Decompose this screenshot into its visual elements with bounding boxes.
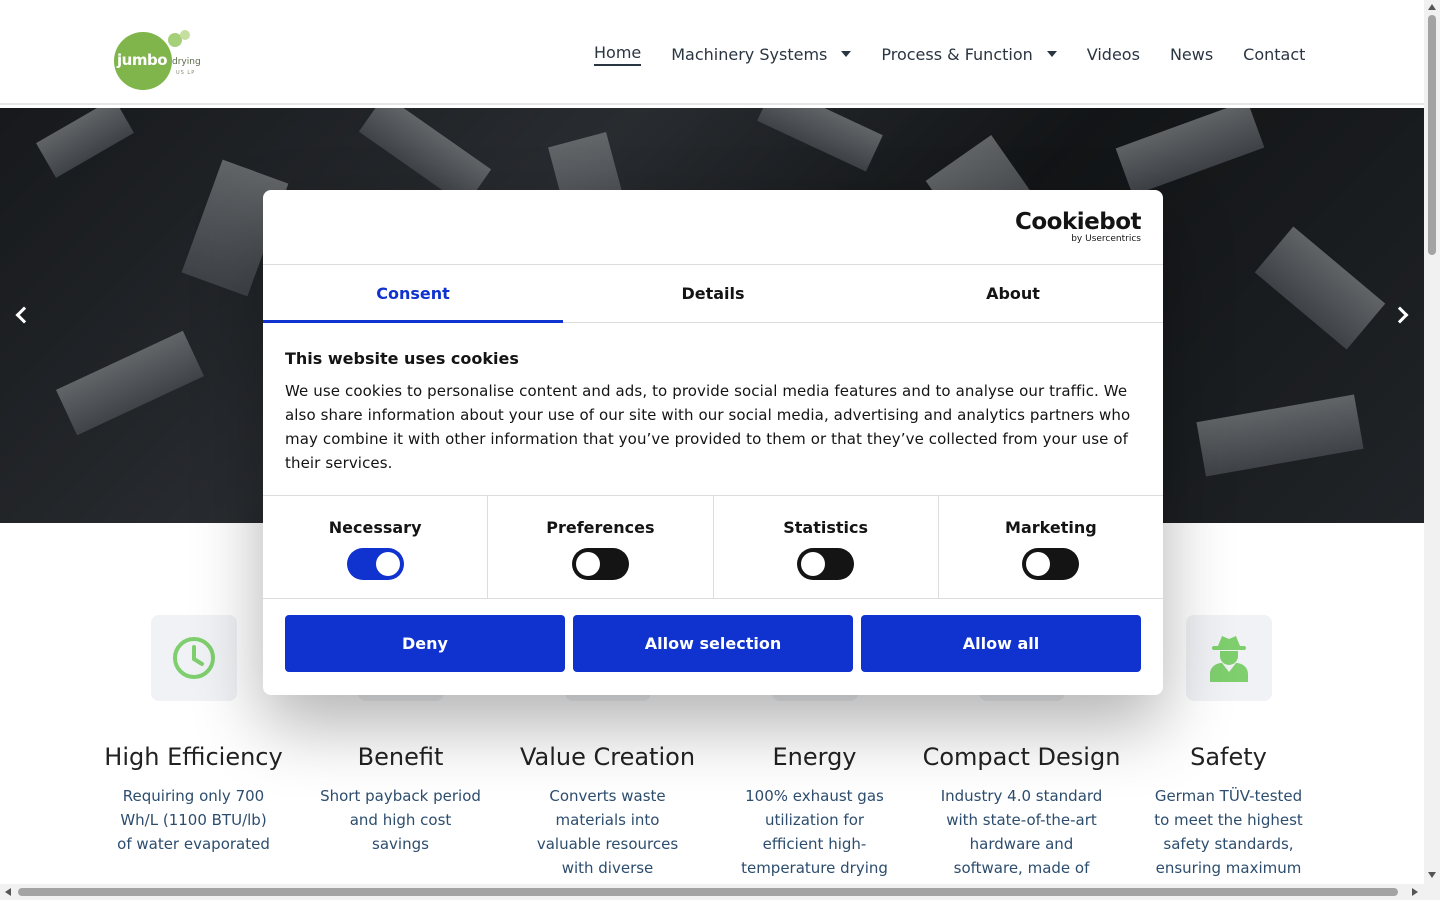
cookiebot-brand: Cookiebot [1014, 209, 1142, 235]
cookiebot-logo: Cookiebot by Usercentrics [1014, 209, 1142, 244]
allow-all-button[interactable]: Allow all [861, 615, 1141, 672]
toggle-statistics: Statistics [714, 496, 939, 598]
toggle-label: Statistics [783, 518, 868, 537]
scroll-left-icon[interactable] [5, 888, 11, 896]
marketing-switch[interactable] [1022, 548, 1080, 580]
allow-selection-button[interactable]: Allow selection [573, 615, 853, 672]
cookie-consent-dialog: Cookiebot by Usercentrics Consent Detail… [263, 190, 1163, 695]
necessary-switch[interactable] [346, 548, 404, 580]
consent-heading: This website uses cookies [285, 349, 519, 368]
toggle-preferences: Preferences [488, 496, 714, 598]
vertical-scrollbar[interactable] [1424, 0, 1440, 900]
scroll-up-icon[interactable] [1428, 4, 1436, 10]
consent-toggles: Necessary Preferences Statistics Marketi… [263, 496, 1163, 599]
toggle-necessary: Necessary [263, 496, 489, 598]
vertical-scroll-thumb[interactable] [1428, 15, 1436, 255]
preferences-switch[interactable] [571, 548, 629, 580]
consent-tabs: Consent Details About [263, 265, 1163, 323]
toggle-marketing: Marketing [939, 496, 1163, 598]
cookiebot-brand-sub: by Usercentrics [1071, 234, 1141, 244]
horizontal-scrollbar[interactable] [0, 884, 1424, 900]
scroll-right-icon[interactable] [1412, 888, 1418, 896]
consent-buttons: Deny Allow selection Allow all [263, 599, 1163, 688]
deny-button[interactable]: Deny [285, 615, 565, 672]
toggle-label: Preferences [546, 518, 655, 537]
tab-details[interactable]: Details [563, 265, 863, 322]
consent-text: We use cookies to personalise content an… [285, 382, 1131, 472]
consent-body: This website uses cookies We use cookies… [263, 323, 1163, 496]
tab-consent[interactable]: Consent [263, 265, 563, 323]
toggle-label: Marketing [1005, 518, 1097, 537]
statistics-switch[interactable] [797, 548, 855, 580]
scroll-down-icon[interactable] [1428, 872, 1436, 878]
horizontal-scroll-thumb[interactable] [18, 888, 1398, 896]
tab-about[interactable]: About [863, 265, 1163, 322]
toggle-label: Necessary [328, 518, 422, 537]
dialog-header: Cookiebot by Usercentrics [263, 190, 1163, 265]
